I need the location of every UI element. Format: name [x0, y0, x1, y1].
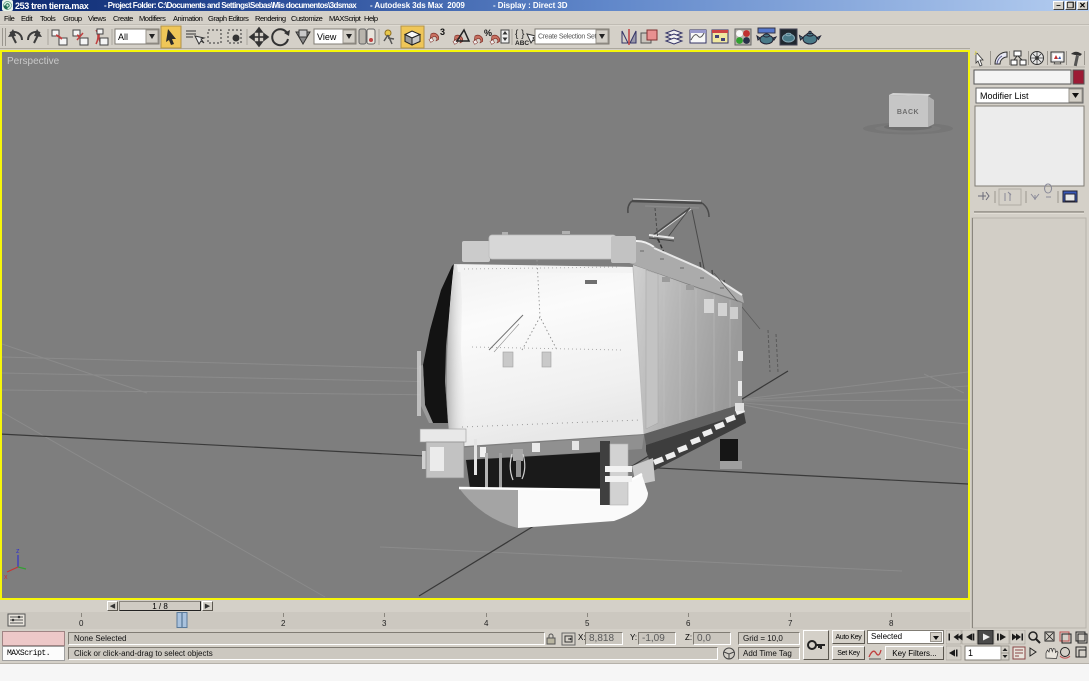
svg-text:3: 3 [382, 619, 387, 628]
svg-text:View: View [317, 32, 337, 42]
svg-text:{ }: { } [515, 29, 525, 40]
svg-text:0: 0 [79, 619, 84, 628]
svg-text:4: 4 [484, 619, 489, 628]
svg-text:1: 1 [968, 648, 973, 658]
svg-text:%: % [484, 28, 492, 38]
svg-text:5: 5 [585, 619, 590, 628]
svg-text:6: 6 [686, 619, 691, 628]
svg-text:Modifier List: Modifier List [980, 91, 1029, 101]
svg-text:All: All [118, 32, 128, 42]
svg-text:8: 8 [889, 619, 894, 628]
svg-text:Perspective: Perspective [7, 56, 60, 67]
svg-text:z: z [16, 548, 20, 555]
svg-text:ABC: ABC [515, 40, 529, 47]
svg-text:3: 3 [440, 27, 445, 37]
svg-text:x: x [4, 574, 8, 581]
svg-text:2: 2 [281, 619, 286, 628]
svg-text:Create Selection Set: Create Selection Set [538, 34, 597, 41]
svg-text:7: 7 [788, 619, 793, 628]
svg-text:BACK: BACK [897, 109, 919, 116]
